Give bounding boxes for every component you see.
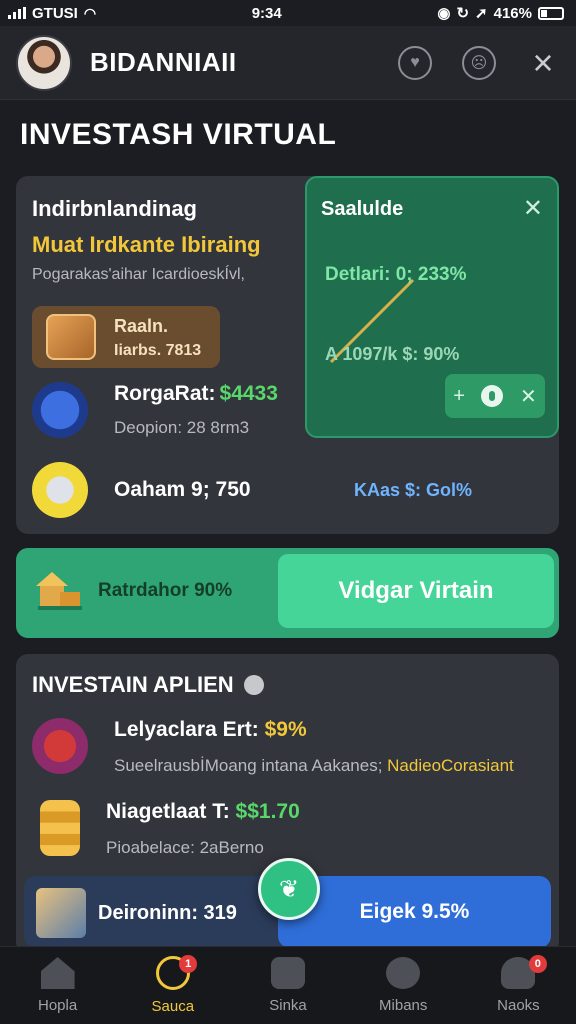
user-name: BIDANNIAII <box>90 47 237 77</box>
tab-label: Naoks <box>497 997 540 1014</box>
holding-badge[interactable]: Raaln. Iiarbs. 7813 <box>32 306 220 368</box>
carrier-label: GTUSI <box>32 4 78 22</box>
document-icon <box>36 888 86 938</box>
row-subtext: Pioabelace: 2aBerno <box>106 838 264 857</box>
row-subtext: SueelrausbİMoang intana Aakanes; <box>114 756 383 775</box>
action-label: Ratrdahor 90% <box>98 580 233 601</box>
coin-stack-icon <box>40 800 80 856</box>
virtual-action-bar: Ratrdahor 90% Vidgar Virtain <box>16 548 559 638</box>
tab-sinka[interactable]: Sinka <box>230 947 345 1024</box>
row-highlight: NadieoCorasiant <box>387 756 514 775</box>
home-icon <box>40 957 75 989</box>
heart-icon[interactable]: ♥ <box>398 45 432 80</box>
card-description: Pogarakas'aihar IcardioeskÍvl, <box>32 266 245 283</box>
avatar[interactable] <box>16 34 72 91</box>
section-title: INVESTAIN APLIEN <box>32 672 264 698</box>
wifi-icon: ◠ <box>83 4 97 21</box>
notification-badge: 1 <box>179 955 198 973</box>
virtual-button[interactable]: Vidgar Virtain <box>278 554 554 628</box>
list-item[interactable]: Niagetlaat T: $$1.70 Pioabelace: 2aBerno <box>32 800 300 858</box>
schedule-line-2: A 1097/k $: 90% <box>325 344 460 364</box>
tab-label: Mibans <box>379 997 428 1014</box>
clock: 9:34 <box>251 4 282 22</box>
floating-action-button[interactable]: ❦ <box>258 858 320 920</box>
location-icon: ➚ <box>475 5 488 22</box>
row-value: $4433 <box>219 382 278 405</box>
tab-favorites[interactable]: Mibans <box>346 947 461 1024</box>
list-item[interactable]: Oaham 9; 750 <box>32 462 251 518</box>
close-icon[interactable]: ✕ <box>523 194 543 223</box>
leaf-icon: ❦ <box>278 875 300 903</box>
tab-label: Sauca <box>151 998 195 1015</box>
badge-value: Iiarbs. 7813 <box>114 342 202 359</box>
status-bar: GTUSI ◠ 9:34 ◉ ↻ ➚ 416% <box>0 0 576 26</box>
section-title-text: INVESTAIN APLIEN <box>32 672 234 697</box>
heart-icon <box>386 957 421 989</box>
sync-icon: ↻ <box>456 5 470 22</box>
signal-icon <box>8 7 26 19</box>
row-label: Lelyaclara Ert: <box>114 718 259 741</box>
page-title: INVESTASH VIRTUAL <box>20 118 337 151</box>
battery-icon <box>538 6 564 20</box>
tab-search[interactable]: 1 Sauca <box>115 947 230 1024</box>
row-label: Deironinn: 319 <box>98 902 237 924</box>
row-value: $9% <box>264 718 307 741</box>
tab-profile[interactable]: 0 Naoks <box>461 947 576 1024</box>
row-subtext: Deopion: 28 8rm3 <box>114 418 250 437</box>
row-label: Oaham 9; 750 <box>114 478 251 501</box>
close-icon[interactable]: ✕ <box>520 384 537 409</box>
safe-icon <box>32 382 88 438</box>
list-item[interactable]: RorgaRat: $4433 Deopion: 28 8rm3 <box>32 382 278 438</box>
schedule-title: Saalulde <box>321 198 404 220</box>
alarm-icon: ◉ <box>437 5 451 22</box>
row-label: RorgaRat: <box>114 382 216 405</box>
schedule-line-1: Detlari: 0; 233% <box>325 264 467 285</box>
card-subtitle: Muat Irdkante Ibiraing <box>32 232 261 257</box>
info-icon[interactable] <box>243 675 264 695</box>
house-icon <box>36 572 82 610</box>
tab-label: Sinka <box>269 997 307 1014</box>
tab-home[interactable]: Hopla <box>0 947 115 1024</box>
row-label: Niagetlaat T: <box>106 800 230 823</box>
list-item[interactable]: Lelyaclara Ert: $9% SueelrausbİMoang int… <box>32 718 514 776</box>
notification-badge: 0 <box>528 955 547 973</box>
card-title: Indirbnlandinag <box>32 196 197 221</box>
info-icon[interactable] <box>481 385 504 407</box>
plus-icon[interactable]: + <box>453 385 465 408</box>
schedule-controls: + ✕ <box>445 374 545 418</box>
app-header: BIDANNIAII ♥ ☹ × <box>0 26 576 100</box>
gift-icon <box>32 718 88 774</box>
schedule-card: Saalulde ✕ Detlari: 0; 233% A 1097/k $: … <box>305 176 559 438</box>
row-value: $$1.70 <box>235 800 300 823</box>
battery-percent: 416% <box>493 4 532 22</box>
emoji-icon[interactable]: ☹ <box>462 45 496 80</box>
square-icon <box>271 957 305 989</box>
portfolio-icon <box>46 314 96 360</box>
bottom-tab-bar: Hopla 1 Sauca Sinka Mibans 0 Naoks <box>0 946 576 1024</box>
calculator-icon <box>32 462 88 518</box>
side-value: KAas $: Gol% <box>354 480 473 500</box>
badge-label: Raaln. <box>114 316 169 336</box>
tab-label: Hopla <box>38 997 78 1014</box>
close-icon[interactable]: × <box>526 44 560 81</box>
